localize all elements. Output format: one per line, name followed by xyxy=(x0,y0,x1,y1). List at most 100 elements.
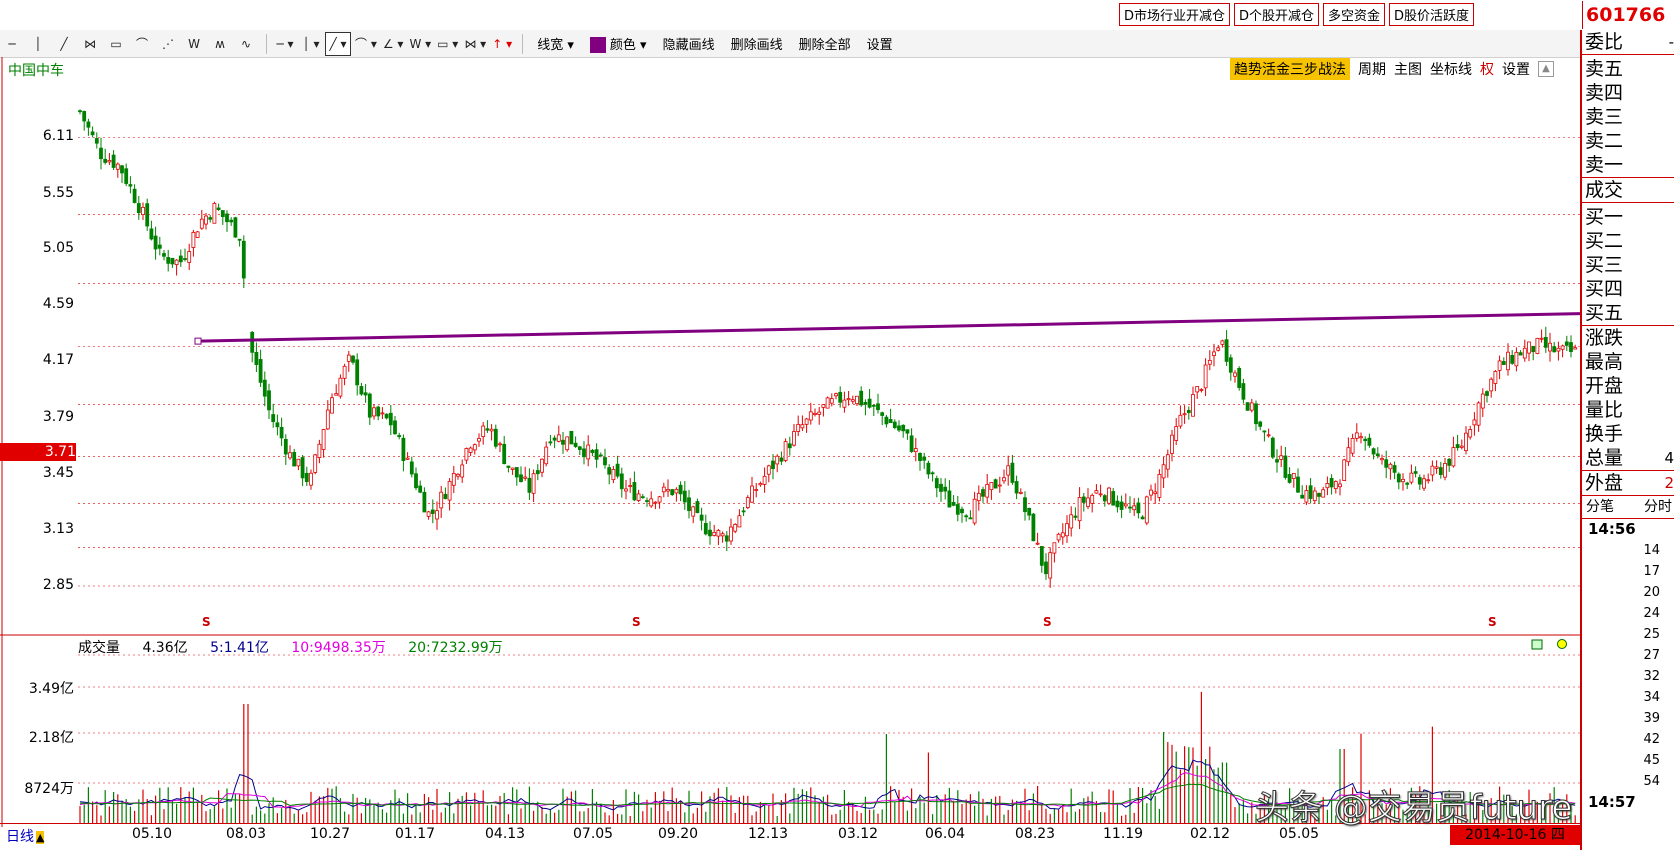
period-menu[interactable]: 周期 xyxy=(1358,59,1386,79)
x-tick-label: 06.04 xyxy=(925,826,966,842)
candle-body xyxy=(1455,444,1460,449)
candle-body xyxy=(699,514,704,521)
segment-tool-selected-icon[interactable]: ╱ ▾ xyxy=(325,31,351,56)
axis-menu[interactable]: 坐标线 xyxy=(1430,59,1472,79)
candle-body xyxy=(1107,487,1111,504)
rights-menu[interactable]: 权 xyxy=(1480,59,1494,79)
strategy-badge[interactable]: 趋势活金三步战法 xyxy=(1230,58,1350,80)
stock-activity-button[interactable]: D股价活跃度 xyxy=(1388,3,1474,26)
candle-body xyxy=(78,110,82,113)
candle-body xyxy=(1501,361,1506,365)
tab-intraday[interactable]: 分时 xyxy=(1644,496,1672,518)
candle-body xyxy=(947,490,952,508)
candle-body xyxy=(208,217,213,220)
freehand-tool-icon[interactable]: ∿ xyxy=(234,33,258,55)
candle-body xyxy=(1191,394,1195,417)
candle-body xyxy=(1170,434,1174,454)
candle-body xyxy=(178,255,183,263)
candle-body xyxy=(136,203,141,214)
toolbar-settings-button[interactable]: 设置 xyxy=(867,34,893,53)
candle-body xyxy=(531,473,536,494)
candle-body xyxy=(481,425,486,437)
s-marker: S xyxy=(632,615,641,629)
candle-body xyxy=(1312,490,1317,502)
wave2-tool-icon[interactable]: ʍ xyxy=(208,33,232,55)
candle-body xyxy=(330,397,334,414)
candle-body xyxy=(1048,552,1053,579)
candle-body xyxy=(1308,485,1313,499)
trend-line-handle xyxy=(194,337,202,345)
candle-body xyxy=(775,455,780,465)
candle-body xyxy=(766,465,771,475)
arrow-dropdown-icon[interactable]: ↑ ▾ xyxy=(490,33,514,55)
bid-3: 买三 xyxy=(1585,254,1624,276)
price-tick: 5.05 xyxy=(42,240,74,256)
candle-body xyxy=(1245,402,1250,411)
candle-body xyxy=(489,428,494,432)
long-short-fund-button[interactable]: 多空资金 xyxy=(1322,3,1385,26)
candle-body xyxy=(250,331,255,353)
rect-dropdown-icon[interactable]: ▭ ▾ xyxy=(435,33,460,55)
collapse-icon[interactable]: ▲ xyxy=(1538,61,1554,77)
candle-body xyxy=(1556,347,1561,352)
candle-body xyxy=(1392,465,1397,473)
candle-body xyxy=(1002,477,1006,482)
candle-body xyxy=(884,416,889,425)
candle-body xyxy=(594,449,599,460)
x-tick-label: 08.23 xyxy=(1015,826,1056,842)
candle-body xyxy=(254,351,259,365)
candle-body xyxy=(922,456,927,461)
line-style-dropdown-icon[interactable]: ─ ▾ xyxy=(273,33,297,55)
candle-body xyxy=(934,478,939,489)
candle-body xyxy=(939,483,943,492)
candle-body xyxy=(708,529,712,537)
diagonal-line-tool-icon[interactable]: ╱ xyxy=(52,33,76,55)
vline-style-dropdown-icon[interactable]: │ ▾ xyxy=(299,33,323,55)
candle-body xyxy=(1140,516,1145,520)
stock-code: 601766 xyxy=(1582,1,1674,29)
candle-body xyxy=(1018,491,1023,494)
stock-reduce-button[interactable]: D个股开减仓 xyxy=(1233,3,1319,26)
market-industry-button[interactable]: D市场行业开减仓 xyxy=(1118,3,1230,26)
delete-lines-button[interactable]: 删除画线 xyxy=(731,34,783,53)
candle-body xyxy=(1510,355,1515,364)
candle-body xyxy=(632,482,637,501)
candle-body xyxy=(968,517,973,520)
period-label[interactable]: 日线 ▲ xyxy=(6,826,45,846)
arc-tool-icon[interactable]: ⌒ xyxy=(130,33,154,55)
candle-body xyxy=(1300,494,1305,499)
fib-dropdown-icon[interactable]: ⋈ ▾ xyxy=(462,33,488,55)
candle-body xyxy=(187,251,192,263)
line-width-button[interactable]: 线宽 ▾ xyxy=(537,34,574,53)
candle-body xyxy=(829,398,834,404)
wave-dropdown-icon[interactable]: W ▾ xyxy=(407,33,433,55)
candle-body xyxy=(1514,351,1519,367)
vertical-line-tool-icon[interactable]: │ xyxy=(26,33,50,55)
candle-body xyxy=(628,485,633,487)
candle-body xyxy=(1035,542,1040,545)
fibonacci-tool-icon[interactable]: ⋈ xyxy=(78,33,102,55)
candle-body xyxy=(451,472,456,486)
wave-tool-icon[interactable]: W xyxy=(182,33,206,55)
hide-lines-button[interactable]: 隐藏画线 xyxy=(663,34,715,53)
candle-body xyxy=(871,404,876,407)
candle-body xyxy=(964,515,969,518)
horizontal-line-tool-icon[interactable]: ─ xyxy=(0,33,24,55)
tab-ticks[interactable]: 分笔 xyxy=(1586,496,1614,518)
candle-body xyxy=(380,412,385,415)
curve-dropdown-icon[interactable]: ⌒ ▾ xyxy=(353,33,379,55)
candle-body xyxy=(556,434,561,442)
chart-settings-menu[interactable]: 设置 xyxy=(1502,59,1530,79)
fan-tool-icon[interactable]: ⋰ xyxy=(156,33,180,55)
rectangle-tool-icon[interactable]: ▭ xyxy=(104,33,128,55)
price-chart[interactable]: SSSS xyxy=(0,57,1580,827)
delete-all-button[interactable]: 删除全部 xyxy=(799,34,851,53)
candle-body xyxy=(972,498,977,524)
candle-body xyxy=(695,501,700,514)
stat-total-volume: 总量 4 xyxy=(1585,447,1674,469)
angle-dropdown-icon[interactable]: ∠ ▾ xyxy=(381,33,406,55)
candle-body xyxy=(888,419,893,423)
color-button[interactable]: 颜色 ▾ xyxy=(589,34,647,54)
main-chart-menu[interactable]: 主图 xyxy=(1394,59,1422,79)
candle-body xyxy=(1128,506,1132,509)
